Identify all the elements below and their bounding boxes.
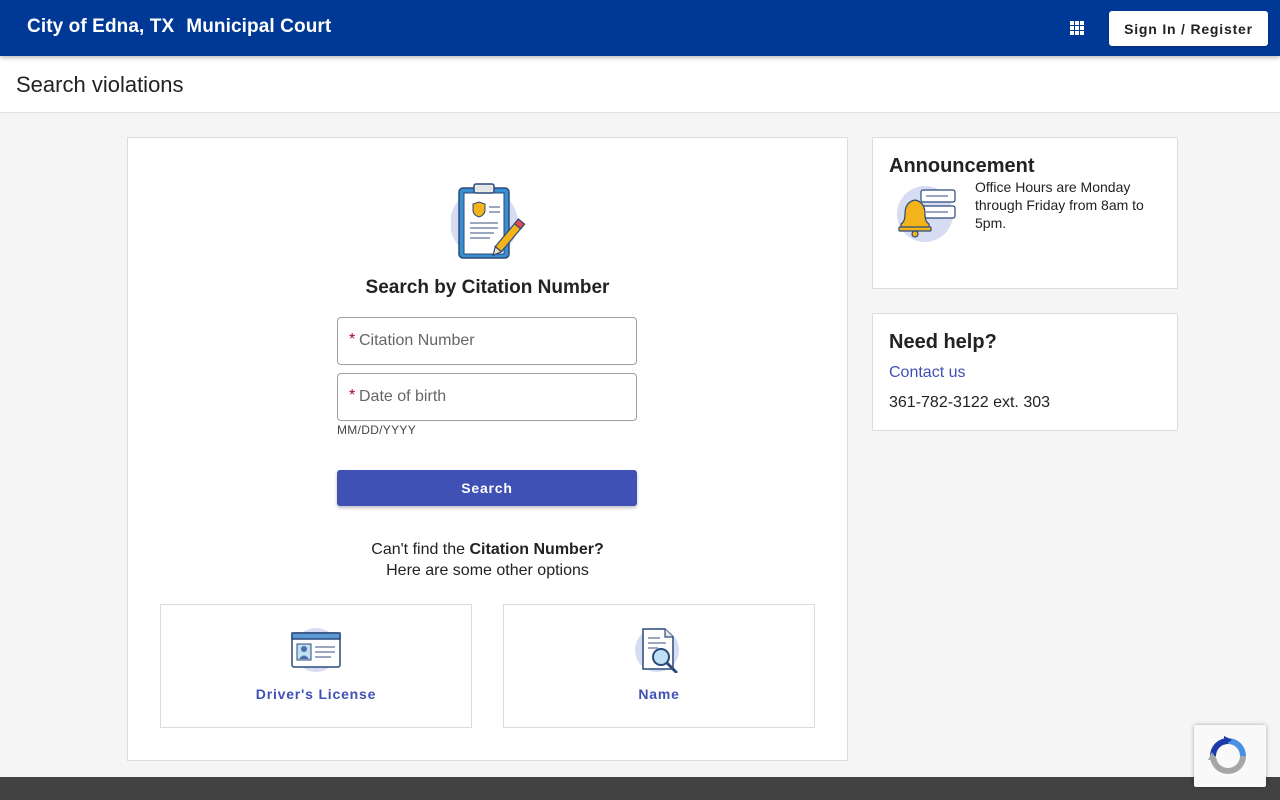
citation-number-input[interactable] (338, 318, 636, 364)
contact-us-link[interactable]: Contact us (889, 364, 965, 382)
sign-in-register-button[interactable]: Sign In / Register (1109, 11, 1268, 46)
city-name: City of Edna, TX (27, 16, 175, 37)
apps-grid-icon[interactable] (1062, 14, 1092, 42)
alternate-options-text: Can't find the Citation Number? Here are… (128, 539, 847, 581)
document-search-icon (635, 628, 679, 673)
citation-search-card: Search by Citation Number * * MM/DD/YYYY… (127, 137, 848, 761)
drivers-license-option-label: Driver's License (255, 686, 377, 702)
page-footer (0, 777, 1280, 800)
required-marker: * (349, 331, 356, 348)
required-marker: * (349, 387, 356, 404)
top-app-bar: City of Edna, TX Municipal Court Sign In … (0, 0, 1280, 56)
date-of-birth-input[interactable] (338, 374, 636, 420)
recaptcha-icon (1208, 736, 1246, 774)
bell-notification-icon (897, 186, 956, 242)
id-card-icon (291, 628, 341, 672)
court-name: Municipal Court (186, 16, 332, 37)
clipboard-citation-icon (451, 183, 526, 259)
name-option-label: Name (638, 686, 680, 702)
cant-find-bold: Citation Number? (469, 541, 604, 558)
page-title: Search violations (16, 72, 184, 97)
drivers-license-option[interactable]: Driver's License (160, 604, 472, 728)
citation-number-field: * (337, 317, 637, 365)
help-phone: 361-782-3122 ext. 303 (889, 394, 1051, 411)
recaptcha-badge[interactable] (1194, 725, 1266, 787)
search-section-title: Search by Citation Number (365, 277, 610, 298)
help-card: Need help? Contact us 361-782-3122 ext. … (872, 313, 1178, 431)
name-option[interactable]: Name (503, 604, 815, 728)
announcement-card: Announcement Office Hours are Monday thr… (872, 137, 1178, 289)
date-format-hint: MM/DD/YYYY (337, 423, 417, 437)
help-title: Need help? (889, 331, 997, 353)
search-button[interactable]: Search (337, 470, 637, 506)
date-of-birth-field: * (337, 373, 637, 421)
announcement-title: Announcement (889, 155, 1035, 177)
app-title: City of Edna, TX Municipal Court (27, 16, 331, 38)
page-header: Search violations (0, 56, 1280, 113)
announcement-message: Office Hours are Monday through Friday f… (975, 179, 1144, 231)
cant-find-prefix: Can't find the (371, 541, 470, 558)
cant-find-line2: Here are some other options (386, 562, 589, 579)
